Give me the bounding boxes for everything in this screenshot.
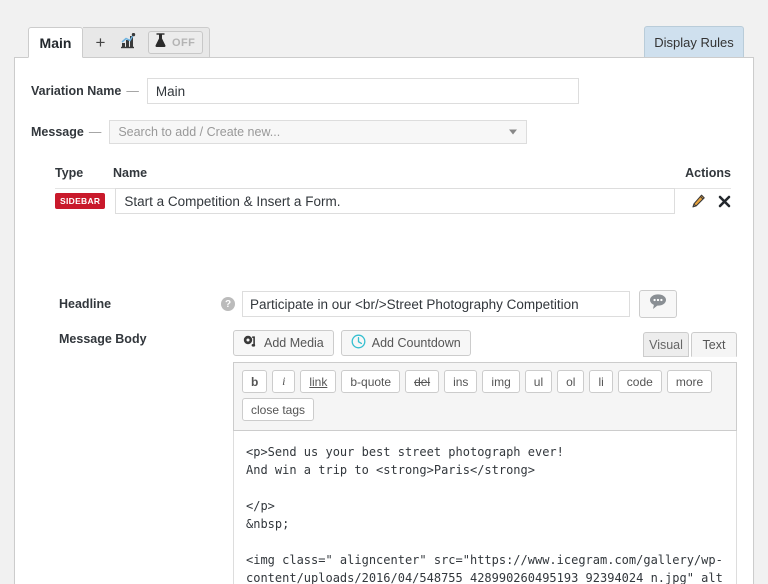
tab-main[interactable]: Main [28,27,83,58]
chart-bar-icon [121,32,139,52]
editor-top-bar: Add Media Add Countdown Visual Text [233,330,737,357]
speech-bubble-icon [648,293,668,315]
stats-button[interactable] [115,31,145,54]
quicktag-ul[interactable]: ul [524,370,553,393]
headline-input[interactable] [242,291,630,317]
add-countdown-button[interactable]: Add Countdown [340,330,471,356]
column-header-actions: Actions [685,166,731,180]
quicktag-bold[interactable]: b [242,370,268,393]
tab-visual-label: Visual [649,337,683,352]
quicktag-more[interactable]: more [666,370,713,393]
label-dash: — [88,125,102,139]
headline-row: Headline ? [59,290,735,318]
quicktag-ol[interactable]: ol [557,370,585,393]
table-row: SIDEBAR [55,186,731,216]
headline-label: Headline [59,297,112,311]
quicktag-code[interactable]: code [617,370,662,393]
quicktags-row-2: close tags [242,398,728,421]
app-root: Main + OFF Display Rules Variation Name … [0,0,768,584]
quicktag-ins[interactable]: ins [444,370,478,393]
tab-visual[interactable]: Visual [643,332,689,357]
variation-name-label: Variation Name — [31,84,139,98]
message-select-row: Message — Search to add / Create new... [31,120,528,144]
message-body-label: Message Body [59,332,147,346]
tab-tools-group: + OFF [83,27,211,58]
media-icon [243,335,258,352]
column-header-name: Name [113,166,148,180]
variation-name-row: Variation Name — [31,78,579,104]
quicktag-li[interactable]: li [589,370,613,393]
plus-icon: + [95,33,106,52]
quicktag-img[interactable]: img [482,370,520,393]
quicktag-link[interactable]: link [300,370,337,393]
close-x-icon[interactable] [718,195,731,208]
add-variation-button[interactable]: + [89,31,112,54]
editor-mode-tabs: Visual Text [643,332,737,357]
quicktag-close-tags[interactable]: close tags [242,398,315,421]
question-mark-icon[interactable]: ? [221,297,235,311]
ab-test-state-label: OFF [172,36,196,49]
column-header-type: Type [55,166,84,180]
variation-name-input[interactable] [146,78,579,104]
tab-text-label: Text [702,337,726,352]
add-media-button[interactable]: Add Media [233,330,334,356]
variation-panel: Variation Name— Message— Search to add /… [14,57,754,584]
tab-main-label: Main [39,34,72,51]
tab-text[interactable]: Text [691,332,737,357]
label-dash: — [126,84,139,98]
message-search-select[interactable]: Search to add / Create new... [109,120,528,144]
chevron-down-icon [509,129,518,135]
headline-comment-button[interactable] [639,290,677,318]
message-body-editor: Add Media Add Countdown Visual Text b i … [233,330,737,584]
pencil-icon[interactable] [691,194,706,209]
tab-display-rules[interactable]: Display Rules [644,26,744,58]
message-body-textarea[interactable]: <p>Send us your best street photograph e… [233,431,737,584]
message-name-input[interactable] [115,188,675,214]
add-countdown-label: Add Countdown [371,336,461,350]
message-label: Message — [31,125,102,139]
status-badge: SIDEBAR [55,193,106,209]
quicktag-italic[interactable]: i [272,370,296,393]
clock-icon [351,334,366,352]
ab-test-toggle[interactable]: OFF [148,31,204,54]
row-actions [675,194,731,209]
message-placeholder-text: Search to add / Create new... [118,125,281,139]
tab-group: Main + OFF [28,27,211,58]
quicktags-row-1: b i link b-quote del ins img ul ol li co… [242,370,728,393]
flask-icon [154,32,167,53]
quicktag-blockquote[interactable]: b-quote [341,370,401,393]
add-media-label: Add Media [264,336,324,350]
quicktags-toolbar: b i link b-quote del ins img ul ol li co… [233,362,737,431]
display-rules-label: Display Rules [654,35,734,50]
quicktag-del[interactable]: del [405,370,440,393]
